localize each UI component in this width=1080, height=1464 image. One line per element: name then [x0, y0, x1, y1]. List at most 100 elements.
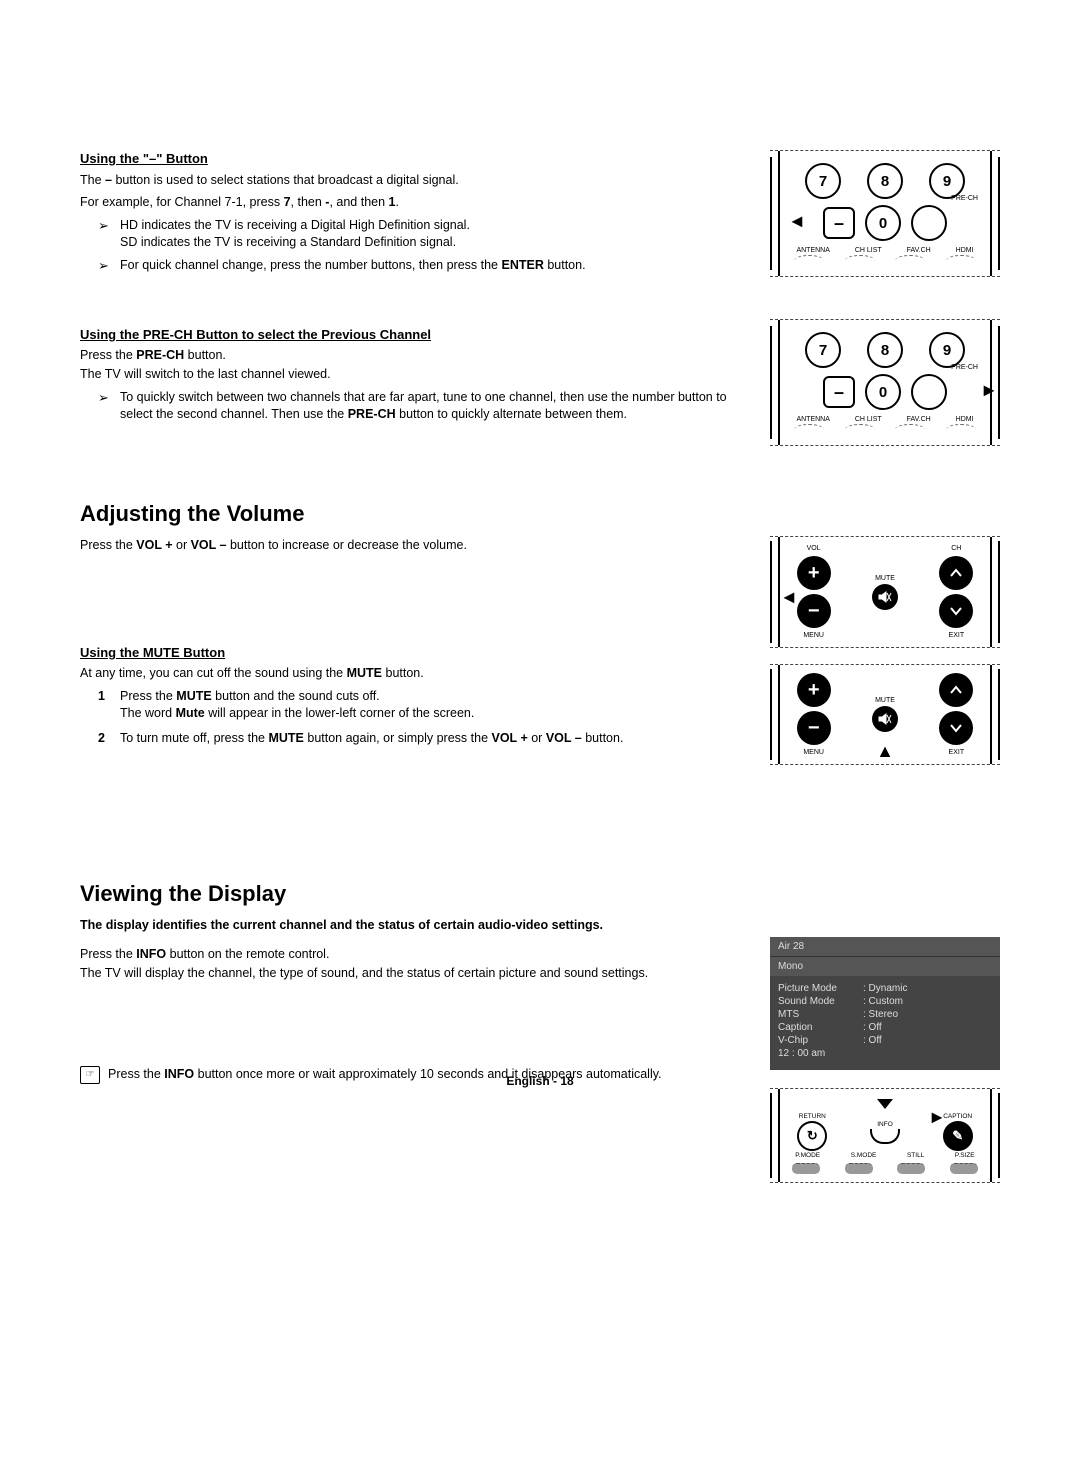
label-antenna: ANTENNA	[796, 247, 829, 254]
bold-text: Mute	[176, 706, 205, 720]
label-hdmi: HDMI	[956, 247, 974, 254]
label-info: INFO	[877, 1121, 893, 1128]
vol-up-icon: +	[797, 673, 831, 707]
label-still: STILL	[907, 1152, 924, 1159]
oval-button	[845, 255, 875, 266]
remote-illustration-mute: + − MENU MUTE ▲ EXIT	[770, 664, 1000, 765]
text: Press the	[120, 689, 176, 703]
label-favch: FAV.CH	[907, 247, 931, 254]
label-chlist: CH LIST	[855, 247, 882, 254]
button-0: 0	[865, 205, 901, 241]
text: button to quickly alternate between them…	[396, 407, 627, 421]
osd-channel: Air 28	[770, 937, 1000, 957]
heading-mute: Using the MUTE Button	[80, 644, 740, 662]
label-ch: CH	[951, 545, 961, 552]
bold-text: MUTE	[347, 666, 382, 680]
vol-down-icon: −	[797, 594, 831, 628]
osd-sound: Mono	[770, 957, 1000, 976]
list-item: 2 To turn mute off, press the MUTE butto…	[98, 730, 740, 747]
osd-val: : Off	[863, 1021, 882, 1034]
ch-up-icon	[939, 556, 973, 590]
osd-key: Caption	[778, 1021, 863, 1034]
osd-val: : Dynamic	[863, 982, 907, 995]
heading-prech: Using the PRE-CH Button to select the Pr…	[80, 326, 740, 344]
bold-text: ENTER	[501, 258, 543, 272]
pointer-icon: ◄	[788, 211, 806, 232]
bold-text: PRE-CH	[136, 348, 184, 362]
text: button.	[582, 731, 624, 745]
osd-key: MTS	[778, 1008, 863, 1021]
text: button.	[184, 348, 226, 362]
label-vol: VOL	[807, 545, 821, 552]
label-psize: P.SIZE	[955, 1152, 975, 1159]
text: For quick channel change, press the numb…	[120, 258, 501, 272]
section-mute: Using the MUTE Button At any time, you c…	[80, 644, 740, 747]
oval-button	[895, 255, 925, 266]
text: or	[528, 731, 546, 745]
bold-text: MUTE	[268, 731, 303, 745]
mute-icon	[872, 584, 898, 610]
vol-up-icon: +	[797, 556, 831, 590]
arrow-list: HD indicates the TV is receiving a Digit…	[98, 217, 740, 274]
text: button to increase or decrease the volum…	[227, 538, 467, 552]
text: The	[80, 173, 105, 187]
button-dash: –	[823, 376, 855, 408]
section-prech: Using the PRE-CH Button to select the Pr…	[80, 326, 740, 423]
label-menu: MENU	[803, 749, 824, 756]
label-pmode: P.MODE	[795, 1152, 820, 1159]
info-button	[870, 1129, 900, 1144]
text: To turn mute off, press the	[120, 731, 268, 745]
pointer-icon: ▲	[876, 741, 894, 762]
list-item: HD indicates the TV is receiving a Digit…	[98, 217, 740, 251]
arrow-list: To quickly switch between two channels t…	[98, 389, 740, 423]
bold-text: VOL –	[546, 731, 582, 745]
list-number: 1	[98, 688, 105, 705]
oval-button	[946, 424, 976, 435]
pointer-icon: ◄	[780, 587, 798, 608]
osd-body: Picture Mode: Dynamic Sound Mode: Custom…	[770, 976, 1000, 1070]
oval-button	[794, 424, 824, 435]
osd-key: V-Chip	[778, 1034, 863, 1047]
osd-val: : Off	[863, 1034, 882, 1047]
button-9: 9	[929, 163, 965, 199]
paragraph: The – button is used to select stations …	[80, 172, 740, 189]
paragraph: The TV will display the channel, the typ…	[80, 965, 740, 982]
osd-key: Sound Mode	[778, 995, 863, 1008]
intro-text: The display identifies the current chann…	[80, 917, 740, 934]
label-chlist: CH LIST	[855, 416, 882, 423]
list-item: For quick channel change, press the numb…	[98, 257, 740, 274]
bold-text: VOL +	[492, 731, 528, 745]
label-menu: MENU	[803, 632, 824, 639]
bold-text: PRE-CH	[348, 407, 396, 421]
text: will appear in the lower-left corner of …	[205, 706, 475, 720]
ch-rocker: EXIT	[939, 673, 973, 756]
text: At any time, you can cut off the sound u…	[80, 666, 347, 680]
button-7: 7	[805, 332, 841, 368]
button-9: 9	[929, 332, 965, 368]
button-dash: –	[823, 207, 855, 239]
vol-down-icon: −	[797, 711, 831, 745]
bold-text: 7	[284, 195, 291, 209]
paragraph: Press the VOL + or VOL – button to incre…	[80, 537, 740, 554]
osd-val: : Custom	[863, 995, 903, 1008]
osd-val: : Stereo	[863, 1008, 898, 1021]
ch-down-icon	[939, 594, 973, 628]
osd-display: Air 28 Mono Picture Mode: Dynamic Sound …	[770, 937, 1000, 1070]
label-mute: MUTE	[875, 575, 895, 582]
list-item: To quickly switch between two channels t…	[98, 389, 740, 423]
label-caption: CAPTION	[943, 1113, 972, 1120]
vol-rocker: + − MENU	[797, 673, 831, 756]
pill-button	[845, 1163, 873, 1174]
section-dash-button: Using the "–" Button The – button is use…	[80, 150, 740, 274]
chevron-down-icon	[877, 1099, 893, 1109]
list-number: 2	[98, 730, 105, 747]
title-volume: Adjusting the Volume	[80, 501, 740, 527]
label-prech: PRE-CH	[951, 364, 978, 371]
text: button.	[382, 666, 424, 680]
text: button.	[544, 258, 586, 272]
remote-illustration-info: RETURN ↻ INFO CAPTION ✎ ► P.MODE S.M	[770, 1088, 1000, 1183]
caption-icon: ✎	[943, 1121, 973, 1151]
button-prech	[911, 374, 947, 410]
text: or	[173, 538, 191, 552]
paragraph: The TV will switch to the last channel v…	[80, 366, 740, 383]
